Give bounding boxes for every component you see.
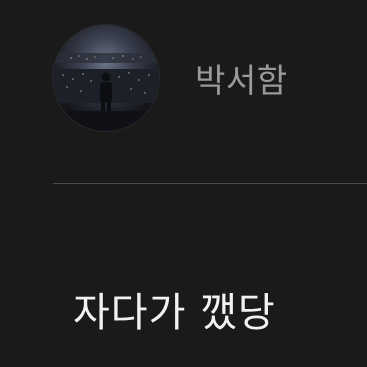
post-header: 박서함	[53, 25, 288, 131]
divider	[53, 183, 367, 184]
avatar[interactable]	[53, 25, 159, 131]
username[interactable]: 박서함	[195, 54, 288, 102]
post-text: 자다가 깼당	[73, 290, 276, 336]
post-card: 박서함 자다가 깼당	[0, 0, 367, 367]
avatar-image	[53, 25, 159, 131]
